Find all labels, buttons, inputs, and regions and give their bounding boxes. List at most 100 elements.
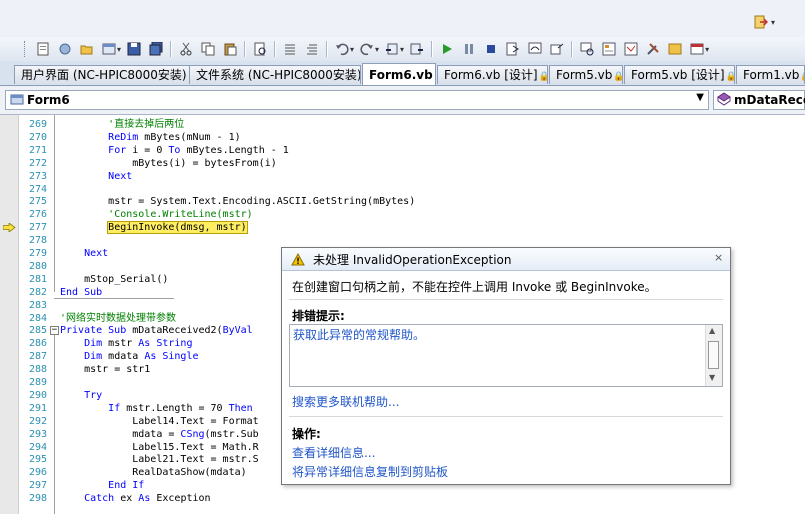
code-line[interactable]: 272 mBytes(i) = bytesFrom(i) — [0, 157, 805, 170]
chevron-down-icon[interactable]: ▼ — [696, 92, 704, 103]
code-line[interactable]: 277 BeginInvoke(dmsg, mstr) — [0, 221, 805, 235]
keyword-token: Private Sub — [60, 325, 127, 337]
tab-label: Form6.vb — [369, 68, 433, 82]
code-tokens: mstr = str1 — [84, 364, 150, 375]
navigate-forward-icon[interactable] — [407, 40, 427, 58]
code-navigation-bar: Form6 ▼ mDataRecei — [0, 86, 805, 115]
new-project-icon[interactable] — [33, 40, 53, 58]
open-folder-icon[interactable] — [77, 40, 97, 58]
view-details-link[interactable]: 查看详细信息... — [292, 444, 375, 461]
undo-icon[interactable] — [332, 40, 352, 58]
code-text: Label15.Text = Math.R — [60, 441, 258, 454]
continue-icon[interactable] — [437, 40, 457, 58]
exception-title: 未处理 InvalidOperationException — [313, 253, 512, 267]
more-online-help-link[interactable]: 搜索更多联机帮助... — [292, 393, 399, 410]
code-tokens: Label21.Text = mstr.S — [132, 454, 258, 465]
undo-dropdown-icon[interactable]: ▾ — [350, 45, 354, 54]
lock-icon: 🔒 — [434, 72, 435, 82]
troubleshooting-tips-list[interactable]: 获取此异常的常规帮助。 ▲ ▼ — [289, 324, 723, 387]
line-number: 279 — [28, 248, 47, 259]
code-line[interactable]: 270 ReDim mBytes(mNum - 1) — [0, 131, 805, 144]
code-line[interactable]: 269 '直接去掉后两位 — [0, 118, 805, 131]
code-line[interactable]: 271 For i = 0 To mBytes.Length - 1 — [0, 144, 805, 157]
toolbar-grip[interactable] — [24, 41, 28, 57]
code-text: mdata = CSng(mstr.Sub — [60, 428, 258, 441]
class-selector[interactable]: Form6 ▼ — [5, 90, 709, 110]
class-view-icon[interactable] — [665, 40, 685, 58]
code-text: Next — [60, 247, 108, 260]
tips-scrollbar[interactable]: ▲ ▼ — [705, 325, 722, 386]
code-token: Label14.Text = Format — [132, 415, 259, 427]
general-help-link[interactable]: 获取此异常的常规帮助。 — [293, 326, 425, 343]
copy-details-link[interactable]: 将异常详细信息复制到剪贴板 — [292, 463, 448, 480]
line-number: 284 — [28, 312, 47, 324]
tab-form5-design[interactable]: Form5.vb [设计]🔒 — [624, 65, 735, 84]
line-number: 277 — [28, 222, 47, 234]
scroll-down-icon[interactable]: ▼ — [709, 373, 715, 382]
step-arrow-icon[interactable] — [753, 14, 769, 30]
find-symbol-icon[interactable] — [577, 40, 597, 58]
keyword-token: End If — [108, 480, 145, 492]
stop-debugging-icon[interactable] — [481, 40, 501, 58]
tab-file-system[interactable]: 文件系统 (NC-HPIC8000安装) — [189, 65, 361, 84]
code-line[interactable]: 278 — [0, 234, 805, 247]
add-item-icon[interactable] — [55, 40, 75, 58]
overflow-chevron-icon[interactable]: ▾ — [771, 18, 775, 27]
save-icon[interactable] — [124, 40, 144, 58]
scroll-up-icon[interactable]: ▲ — [709, 326, 715, 335]
code-line[interactable]: 298 Catch ex As Exception — [0, 492, 805, 505]
code-line[interactable]: 276 'Console.WriteLine(mstr) — [0, 208, 805, 221]
line-number: 280 — [28, 260, 47, 272]
comment-lines-icon[interactable] — [280, 40, 300, 58]
code-token: i = 0 — [126, 144, 169, 156]
member-selector[interactable]: mDataRecei — [713, 90, 805, 110]
layout-icon[interactable] — [99, 40, 119, 58]
tab-label: 用户界面 (NC-HPIC8000安装) — [21, 68, 187, 82]
comment-token: '网络实时数据处理带参数 — [60, 312, 177, 324]
tab-user-interface[interactable]: 用户界面 (NC-HPIC8000安装) — [14, 65, 190, 84]
layout-dropdown-icon[interactable]: ▾ — [117, 45, 121, 54]
break-all-icon[interactable] — [459, 40, 479, 58]
error-list-icon[interactable] — [687, 40, 707, 58]
navigate-backward-icon[interactable] — [382, 40, 402, 58]
code-tokens: Private Sub mDataReceived2(ByVal — [60, 325, 253, 336]
member-selector-value: mDataRecei — [734, 93, 805, 107]
line-number: 296 — [28, 467, 47, 479]
tab-form5-code[interactable]: Form5.vb🔒 — [549, 65, 623, 84]
paste-icon[interactable] — [220, 40, 240, 58]
tab-form1-code[interactable]: Form1.vb🔒 — [736, 65, 805, 84]
copy-icon[interactable] — [198, 40, 218, 58]
code-line[interactable]: 275 mstr = System.Text.Encoding.ASCII.Ge… — [0, 195, 805, 208]
navigate-dropdown-icon[interactable]: ▾ — [400, 45, 404, 54]
toolbox-icon[interactable] — [643, 40, 663, 58]
redo-dropdown-icon[interactable]: ▾ — [375, 45, 379, 54]
code-tokens: mBytes(i) = bytesFrom(i) — [132, 158, 277, 169]
cut-icon[interactable] — [176, 40, 196, 58]
uncomment-lines-icon[interactable] — [302, 40, 322, 58]
keyword-token: Try — [84, 389, 103, 401]
scroll-thumb[interactable] — [708, 341, 719, 369]
close-icon[interactable]: × — [714, 251, 723, 264]
code-line[interactable]: 273 Next — [0, 170, 805, 183]
collapse-outline-icon[interactable]: − — [50, 326, 59, 336]
tab-form6-design[interactable]: Form6.vb [设计]🔒 — [437, 65, 548, 84]
step-into-icon[interactable] — [503, 40, 523, 58]
code-token: mdata = — [132, 428, 181, 440]
find-in-files-icon[interactable] — [250, 40, 270, 58]
code-line[interactable]: 274 — [0, 183, 805, 196]
properties-window-icon[interactable] — [599, 40, 619, 58]
keyword-token: As — [138, 493, 151, 505]
troubleshooting-heading: 排错提示: — [292, 309, 345, 323]
save-all-icon[interactable] — [146, 40, 166, 58]
step-out-icon[interactable] — [547, 40, 567, 58]
line-number: 278 — [28, 235, 47, 247]
step-over-icon[interactable] — [525, 40, 545, 58]
code-token: mStop_Serial() — [84, 273, 169, 285]
toolbar-overflow-icon[interactable]: ▾ — [705, 45, 709, 54]
redo-icon[interactable] — [357, 40, 377, 58]
object-browser-icon[interactable] — [621, 40, 641, 58]
tab-form6-code[interactable]: Form6.vb🔒 — [362, 63, 436, 85]
